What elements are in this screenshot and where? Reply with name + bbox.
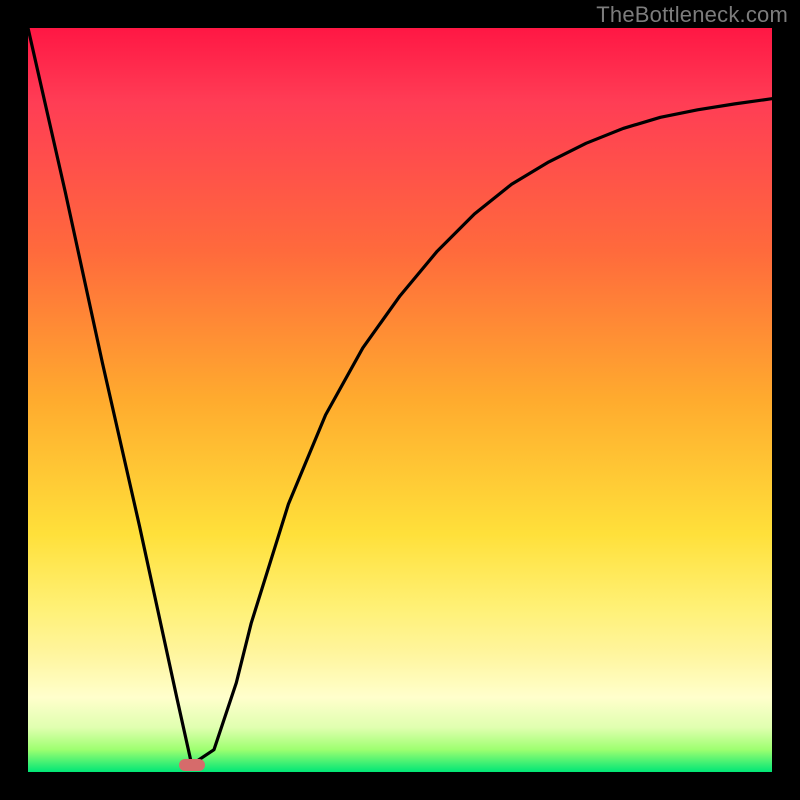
attribution-text: TheBottleneck.com	[596, 2, 788, 28]
curve-polyline	[28, 28, 772, 765]
bottleneck-marker	[179, 759, 205, 771]
bottleneck-curve	[28, 28, 772, 772]
chart-frame: TheBottleneck.com	[0, 0, 800, 800]
plot-area	[28, 28, 772, 772]
